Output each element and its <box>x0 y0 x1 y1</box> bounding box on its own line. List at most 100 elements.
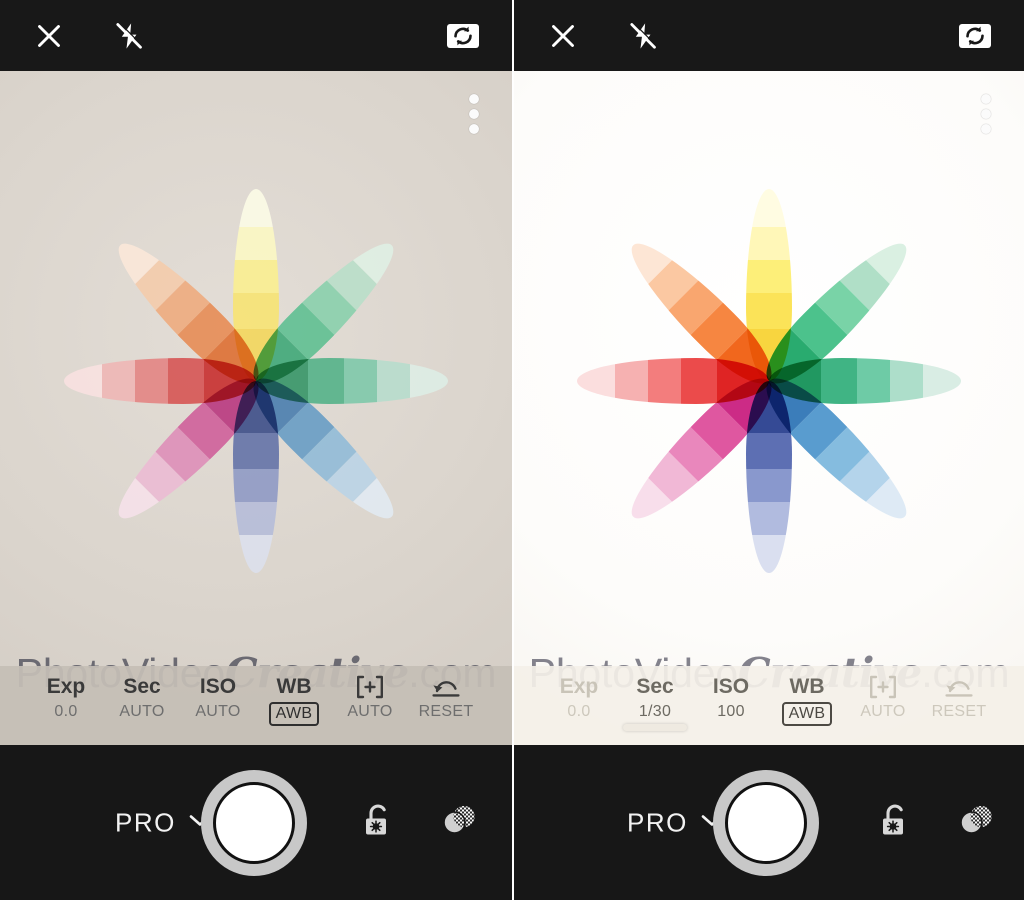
setting-value: RESET <box>931 703 987 720</box>
petal-segment <box>922 358 961 404</box>
shutter-button[interactable] <box>713 769 819 876</box>
setting-value: 100 <box>717 703 745 720</box>
viewfinder-right[interactable]: PhotoVideoCreative.com Exp0.0Sec1/30ISO1… <box>514 71 1024 745</box>
setting-label: Exp <box>559 674 599 698</box>
flash-off-icon[interactable] <box>616 9 670 63</box>
setting-sec[interactable]: Sec AUTO <box>104 673 180 722</box>
petal-segment <box>233 432 279 470</box>
close-icon[interactable] <box>536 9 590 63</box>
camera-screen-left: PhotoVideoCreative.com Exp0.0SecAUTOISOA… <box>0 0 512 900</box>
petal-segment <box>233 534 279 573</box>
focus-brackets-icon <box>868 673 898 700</box>
top-toolbar-right <box>514 0 1024 71</box>
setting-label: Sec <box>123 674 161 698</box>
lock-open-icon[interactable] <box>877 800 913 845</box>
petal-segment <box>233 501 279 535</box>
petal-segment <box>746 534 792 573</box>
viewfinder-left[interactable]: PhotoVideoCreative.com Exp0.0SecAUTOISOA… <box>0 71 512 745</box>
shutter-button[interactable] <box>201 769 307 876</box>
close-icon[interactable] <box>22 9 76 63</box>
filter-icon[interactable] <box>440 803 478 842</box>
lock-open-icon[interactable] <box>360 800 396 845</box>
setting-value: AUTO <box>347 703 393 720</box>
setting-value: AWB <box>781 702 833 726</box>
setting-label: Exp <box>46 674 86 698</box>
setting-value: 0.0 <box>567 703 591 720</box>
shutter-inner <box>213 781 295 864</box>
mode-selector[interactable]: PRO <box>115 807 211 838</box>
flash-off-icon[interactable] <box>102 9 156 63</box>
filter-icon[interactable] <box>957 803 995 842</box>
setting-iso[interactable]: ISO 100 <box>693 673 769 722</box>
petal-segment <box>409 358 448 404</box>
petal-segment <box>167 358 205 404</box>
mode-selector[interactable]: PRO <box>627 807 723 838</box>
setting-value: AWB <box>268 702 320 726</box>
setting-label: ISO <box>199 674 237 698</box>
setting-label: WB <box>789 674 825 698</box>
setting-label: WB <box>276 674 312 698</box>
bottom-toolbar-right: PRO <box>514 745 1024 900</box>
setting-value: 1/30 <box>638 703 672 720</box>
petal-segment <box>233 469 279 502</box>
petal-segment <box>102 358 136 404</box>
setting-wb[interactable]: WB AWB <box>769 673 845 726</box>
petal-segment <box>376 358 410 404</box>
flower-petals <box>56 181 456 581</box>
petal-segment <box>233 292 279 330</box>
petal-segment <box>746 432 792 470</box>
petal-segment <box>135 358 168 404</box>
setting-focus[interactable]: AUTO <box>332 673 408 722</box>
petal-segment <box>820 358 858 404</box>
petal-segment <box>233 227 279 261</box>
petal-segment <box>746 189 792 228</box>
reset-undo-icon <box>943 673 975 700</box>
setting-label: Sec <box>636 674 674 698</box>
petal-segment <box>307 358 345 404</box>
comparison-screenshots: PhotoVideoCreative.com Exp0.0SecAUTOISOA… <box>0 0 1024 900</box>
camera-settings-bar-right: Exp 0.0 Sec 1/30 ISO 100 WB AWB AUTO RESET <box>514 666 1024 745</box>
setting-reset[interactable]: RESET <box>408 673 484 722</box>
setting-sec[interactable]: Sec 1/30 <box>617 673 693 731</box>
petal-segment <box>648 358 681 404</box>
petal-segment <box>746 469 792 502</box>
setting-iso[interactable]: ISO AUTO <box>180 673 256 722</box>
camera-flip-icon[interactable] <box>436 9 490 63</box>
petal-segment <box>746 227 792 261</box>
setting-wb[interactable]: WB AWB <box>256 673 332 726</box>
camera-screen-right: PhotoVideoCreative.com Exp0.0Sec1/30ISO1… <box>512 0 1024 900</box>
mode-label: PRO <box>115 807 176 837</box>
mode-label: PRO <box>627 807 688 837</box>
setting-value: AUTO <box>195 703 241 720</box>
petal-segment <box>680 358 718 404</box>
setting-slider-indicator[interactable] <box>623 724 687 731</box>
petal-segment <box>746 292 792 330</box>
overflow-menu-icon[interactable] <box>981 94 991 134</box>
top-toolbar-left <box>0 0 512 71</box>
petal-segment <box>889 358 923 404</box>
camera-flip-icon[interactable] <box>948 9 1002 63</box>
setting-exp[interactable]: Exp 0.0 <box>28 673 104 722</box>
petal-segment <box>233 260 279 293</box>
focus-brackets-icon <box>355 673 385 700</box>
petal-segment <box>615 358 649 404</box>
petal-segment <box>857 358 890 404</box>
shutter-inner <box>725 781 807 864</box>
petal-segment <box>64 358 103 404</box>
setting-focus[interactable]: AUTO <box>845 673 921 722</box>
setting-value: AUTO <box>860 703 906 720</box>
camera-settings-bar-left: Exp 0.0 Sec AUTO ISO AUTO WB AWB AUTO RESET <box>0 666 512 745</box>
setting-value: 0.0 <box>54 703 78 720</box>
setting-exp[interactable]: Exp 0.0 <box>541 673 617 722</box>
reset-undo-icon <box>430 673 462 700</box>
petal-segment <box>344 358 377 404</box>
petal-segment <box>746 501 792 535</box>
setting-value: AUTO <box>119 703 165 720</box>
petal-segment <box>577 358 616 404</box>
overflow-menu-icon[interactable] <box>469 94 479 134</box>
petal-segment <box>233 189 279 228</box>
setting-value: RESET <box>418 703 474 720</box>
setting-reset[interactable]: RESET <box>921 673 997 722</box>
petal-segment <box>746 260 792 293</box>
flower-petals <box>569 181 969 581</box>
